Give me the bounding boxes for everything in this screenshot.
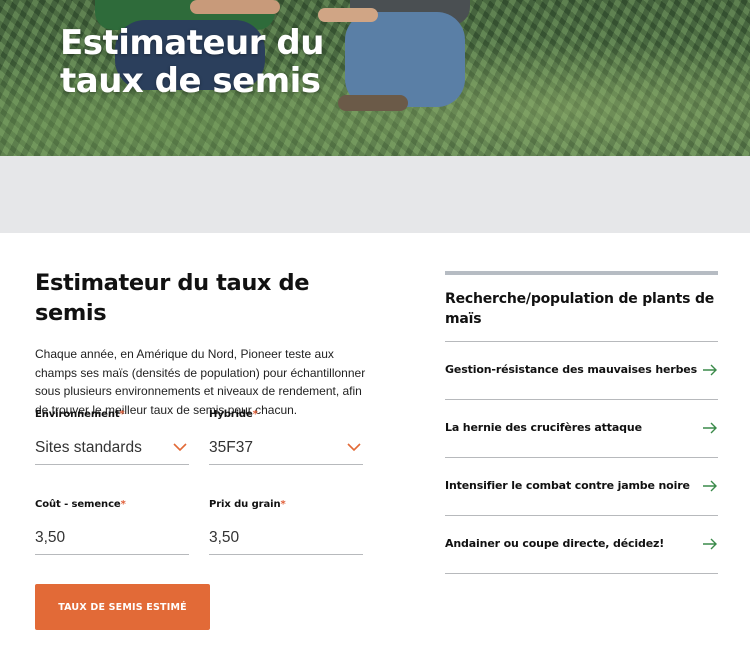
grain-price-label: Prix du grain — [209, 499, 281, 510]
arrow-right-icon — [703, 480, 717, 492]
form-title: Estimateur du taux de semis — [35, 270, 310, 326]
environment-value: Sites standards — [35, 439, 142, 456]
chevron-down-icon — [173, 443, 187, 452]
required-marker: * — [120, 499, 126, 510]
estimator-form: Estimateur du taux de semis Chaque année… — [35, 268, 370, 419]
hero-photo-person — [318, 8, 378, 22]
sidebar-link[interactable]: La hernie des crucifères attaque — [445, 400, 718, 458]
arrow-right-icon — [703, 422, 717, 434]
hero-banner: Estimateur du taux de semis — [0, 0, 750, 156]
sidebar-title: Recherche/population de plants de maïs — [445, 289, 718, 342]
arrow-right-icon — [703, 538, 717, 550]
form-description: Chaque année, en Amérique du Nord, Pione… — [35, 347, 366, 417]
sidebar-link-label: Andainer ou coupe directe, décidez! — [445, 537, 665, 550]
hero-photo-person — [190, 0, 280, 14]
seed-cost-value: 3,50 — [35, 529, 66, 546]
estimate-rate-button[interactable]: TAUX DE SEMIS ESTIMÉ — [35, 584, 210, 630]
sidebar-link-label: Intensifier le combat contre jambe noire — [445, 479, 690, 492]
sidebar-link-label: Gestion-résistance des mauvaises herbes — [445, 363, 698, 376]
sidebar-link[interactable]: Intensifier le combat contre jambe noire — [445, 458, 718, 516]
gray-band — [0, 156, 750, 233]
grain-price-input[interactable]: 3,50 — [209, 521, 363, 555]
sidebar-link[interactable]: Andainer ou coupe directe, décidez! — [445, 516, 718, 574]
hybrid-value: 35F37 — [209, 439, 253, 456]
hybrid-label: Hybride — [209, 409, 253, 420]
seed-cost-input[interactable]: 3,50 — [35, 521, 189, 555]
required-marker: * — [252, 409, 258, 420]
sidebar-link[interactable]: Gestion-résistance des mauvaises herbes — [445, 342, 718, 400]
environment-label: Environnement — [35, 409, 120, 420]
hero-title: Estimateur du taux de semis — [60, 23, 324, 101]
grain-price-field: Prix du grain* 3,50 — [209, 499, 363, 555]
environment-field: Environnement* Sites standards — [35, 409, 189, 465]
seed-cost-label: Coût - semence — [35, 499, 121, 510]
seed-cost-field: Coût - semence* 3,50 — [35, 499, 189, 555]
grain-price-value: 3,50 — [209, 529, 240, 546]
research-sidebar: Recherche/population de plants de maïs G… — [445, 271, 718, 574]
required-marker: * — [119, 409, 125, 420]
required-marker: * — [280, 499, 286, 510]
environment-select[interactable]: Sites standards — [35, 431, 189, 465]
hybrid-field: Hybride* 35F37 — [209, 409, 363, 465]
chevron-down-icon — [347, 443, 361, 452]
sidebar-divider — [445, 271, 718, 275]
sidebar-link-label: La hernie des crucifères attaque — [445, 421, 642, 434]
arrow-right-icon — [703, 364, 717, 376]
hybrid-select[interactable]: 35F37 — [209, 431, 363, 465]
